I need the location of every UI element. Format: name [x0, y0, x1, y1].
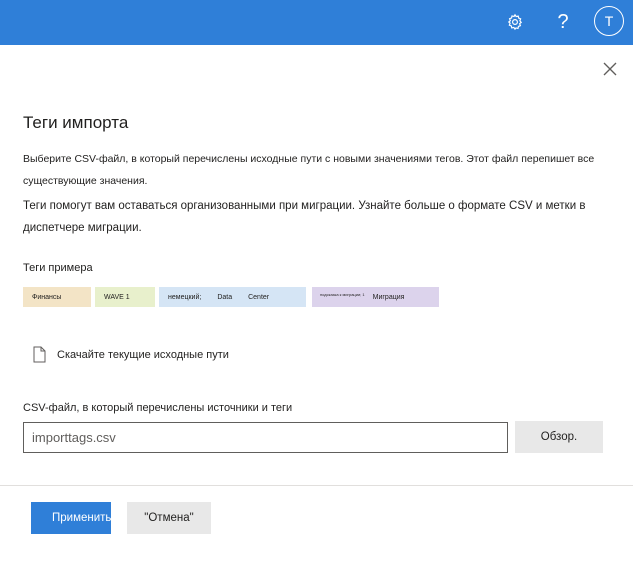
- tag-label: Миграция: [372, 293, 405, 301]
- download-source-paths-link[interactable]: Скачайте текущие исходные пути: [33, 346, 229, 363]
- close-icon[interactable]: [600, 59, 620, 79]
- sample-tag-migration: подсказка к миграции; 1 Миграция: [312, 287, 439, 307]
- csv-file-input[interactable]: [23, 422, 508, 453]
- top-bar: ? T: [0, 0, 633, 45]
- document-icon: [33, 346, 46, 363]
- tag-label: WAVE 1: [104, 293, 130, 301]
- cancel-button[interactable]: "Отмена": [127, 502, 211, 534]
- tag-label: Center: [248, 293, 270, 301]
- tag-small-label: подсказка к миграции; 1: [320, 291, 365, 297]
- sample-tag-location: немецкий; Data Center: [159, 287, 306, 307]
- help-icon[interactable]: ?: [548, 7, 578, 37]
- gear-icon[interactable]: [500, 7, 530, 37]
- help-text: Теги помогут вам оставаться организованн…: [23, 200, 586, 234]
- footer-divider: [0, 485, 633, 486]
- dialog-title: Теги импорта: [23, 113, 129, 132]
- description-text: Выберите CSV-файл, в который перечислены…: [23, 153, 595, 187]
- avatar[interactable]: T: [594, 6, 624, 36]
- download-link-label: Скачайте текущие исходные пути: [57, 348, 229, 361]
- sample-tag-wave: WAVE 1: [95, 287, 155, 307]
- csv-file-label: CSV-файл, в который перечислены источник…: [23, 402, 293, 414]
- apply-button[interactable]: Применить: [31, 502, 111, 534]
- sample-tags-label: Теги примера: [23, 262, 93, 274]
- tag-label: немецкий;: [168, 293, 202, 301]
- tag-label: Data: [217, 293, 233, 301]
- browse-button[interactable]: Обзор.: [515, 421, 603, 453]
- tag-label: Финансы: [32, 293, 62, 301]
- sample-tag-finance: Финансы: [23, 287, 91, 307]
